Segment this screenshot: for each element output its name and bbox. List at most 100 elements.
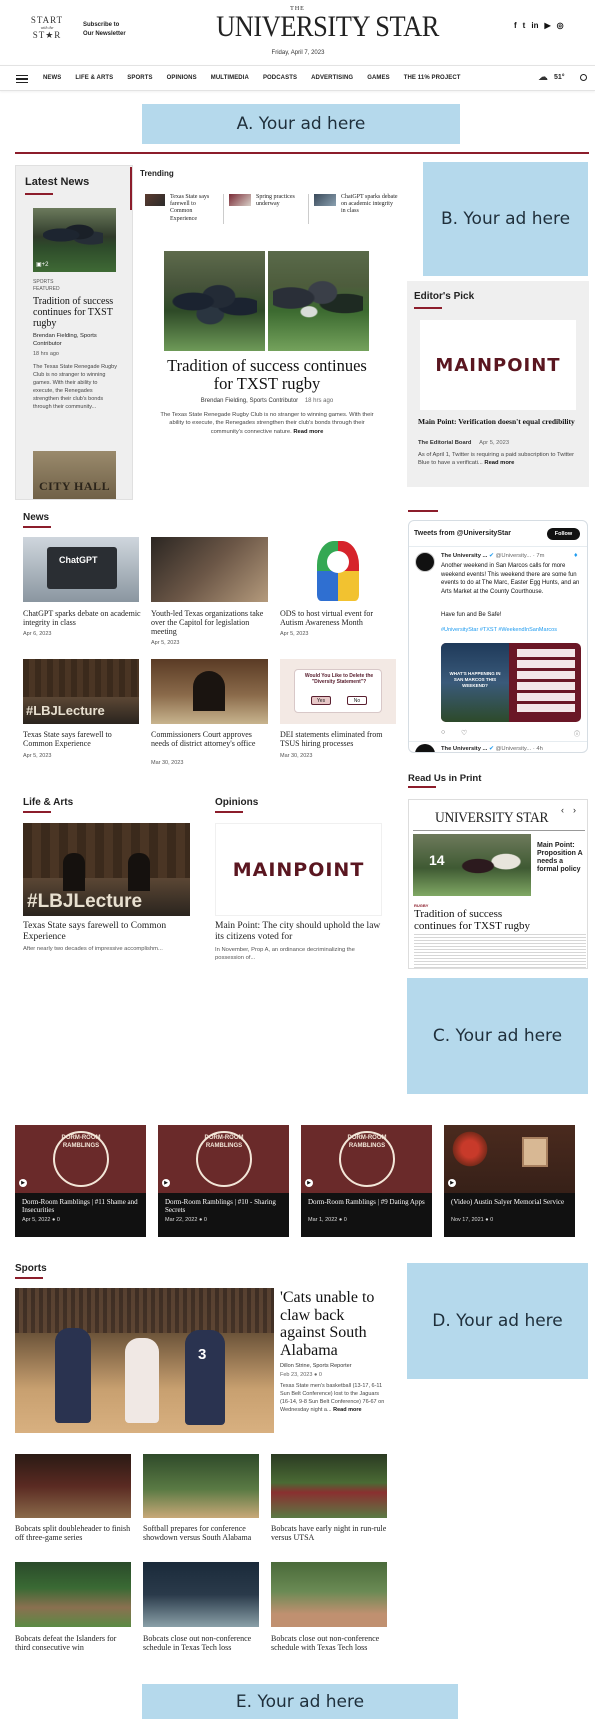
editors-pick-image[interactable]: MAINPOINT — [420, 320, 576, 410]
trending-thumb-3[interactable] — [314, 194, 336, 206]
print-heading[interactable]: Read Us in Print — [408, 773, 481, 784]
sports-title-3[interactable]: Bobcats have early night in run-rule ver… — [271, 1524, 389, 1542]
nav-11-project[interactable]: THE 11% PROJECT — [404, 75, 461, 81]
opinions-title[interactable]: Main Point: The city should uphold the l… — [215, 921, 385, 943]
nav-news[interactable]: NEWS — [43, 75, 61, 81]
sports-heading[interactable]: Sports — [15, 1263, 47, 1274]
twitter-follow-button[interactable]: Follow — [547, 528, 580, 540]
play-icon[interactable]: ▶ — [162, 1179, 170, 1187]
print-next-icon[interactable]: › — [573, 805, 576, 815]
news-title-6[interactable]: DEI statements eliminated from TSUS hiri… — [280, 730, 398, 748]
ad-slot-e[interactable]: E. Your ad here — [142, 1684, 458, 1719]
sports-photo-3[interactable] — [271, 1454, 387, 1518]
feature-byline[interactable]: Brendan Fielding, Sports Contributor — [201, 398, 298, 404]
video-title-3[interactable]: Dorm-Room Ramblings | #9 Dating Apps — [308, 1198, 428, 1206]
latest-rugby-photo[interactable]: ▣+2 — [33, 208, 116, 272]
news-title-3[interactable]: ODS to host virtual event for Autism Awa… — [280, 609, 398, 627]
trending-item-1[interactable]: Texas State says farewell to Common Expe… — [170, 194, 218, 223]
subscribe-newsletter-link[interactable]: Subscribe to Our Newsletter — [83, 21, 126, 38]
nav-opinions[interactable]: OPINIONS — [167, 75, 197, 81]
feature-read-more[interactable]: Read more — [293, 429, 323, 435]
news-photo-3[interactable] — [280, 537, 396, 602]
twitter-widget[interactable]: Tweets from @UniversityStar Follow The U… — [408, 520, 588, 753]
video-title-4[interactable]: (Video) Austin Salyer Memorial Service — [451, 1198, 571, 1206]
feature-photo-left[interactable] — [164, 251, 265, 351]
nav-life-arts[interactable]: LIFE & ARTS — [75, 75, 113, 81]
play-icon[interactable]: ▶ — [305, 1179, 313, 1187]
video-card-3[interactable]: DORM-ROOM RAMBLINGS ▶ Dorm-Room Rambling… — [301, 1125, 432, 1237]
nav-multimedia[interactable]: MULTIMEDIA — [211, 75, 249, 81]
trending-item-2[interactable]: Spring practices underway — [256, 194, 304, 208]
ad-slot-c[interactable]: C. Your ad here — [407, 978, 588, 1094]
sports-title-1[interactable]: Bobcats split doubleheader to finish off… — [15, 1524, 133, 1542]
trending-thumb-1[interactable] — [145, 194, 165, 206]
video-title-2[interactable]: Dorm-Room Ramblings | #10 - Sharing Secr… — [165, 1198, 285, 1214]
like-icon[interactable]: ♡ — [461, 729, 467, 737]
sports-photo-4[interactable] — [15, 1562, 131, 1627]
tweet-avatar-2[interactable] — [415, 744, 435, 752]
hamburger-menu-icon[interactable] — [16, 75, 28, 83]
sports-title-4[interactable]: Bobcats defeat the Islanders for third c… — [15, 1634, 133, 1652]
feature-photo-right[interactable] — [268, 251, 369, 351]
news-title-1[interactable]: ChatGPT sparks debate on academic integr… — [23, 609, 141, 627]
editors-pick-title[interactable]: Main Point: Verification doesn't equal c… — [418, 417, 578, 427]
sports-photo-6[interactable] — [271, 1562, 387, 1627]
print-edition-preview[interactable]: UNIVERSITY STAR ‹ › 14 Main Point: Propo… — [408, 799, 588, 969]
life-photo[interactable]: #LBJLecture — [23, 823, 190, 916]
ad-slot-a[interactable]: A. Your ad here — [142, 104, 460, 144]
news-title-4[interactable]: Texas State says farewell to Common Expe… — [23, 730, 141, 748]
sports-feature-title[interactable]: 'Cats unable to claw back against South … — [280, 1289, 390, 1359]
info-icon[interactable]: ⓘ — [574, 729, 580, 738]
video-title-1[interactable]: Dorm-Room Ramblings | #11 Shame and Inse… — [22, 1198, 142, 1214]
twitter-icon[interactable]: t — [523, 21, 526, 30]
sports-photo-2[interactable] — [143, 1454, 259, 1518]
sports-title-5[interactable]: Bobcats close out non-conference schedul… — [143, 1634, 261, 1652]
opinions-heading[interactable]: Opinions — [215, 797, 258, 808]
ad-slot-b[interactable]: B. Your ad here — [423, 162, 588, 276]
play-icon[interactable]: ▶ — [448, 1179, 456, 1187]
video-card-4[interactable]: ▶ (Video) Austin Salyer Memorial Service… — [444, 1125, 575, 1237]
feature-title[interactable]: Tradition of success continues for TXST … — [160, 356, 374, 394]
sports-title-6[interactable]: Bobcats close out non-conference schedul… — [271, 1634, 389, 1652]
life-arts-heading[interactable]: Life & Arts — [23, 797, 73, 808]
editors-pick-read-more[interactable]: Read more — [484, 460, 514, 466]
sports-title-2[interactable]: Softball prepares for conference showdow… — [143, 1524, 261, 1542]
reply-icon[interactable]: ○ — [441, 729, 445, 736]
tweet-image[interactable]: WHAT'S HAPPENING IN SAN MARCOS THIS WEEK… — [441, 643, 581, 722]
youtube-icon[interactable]: ▶ — [544, 21, 550, 30]
trending-thumb-2[interactable] — [229, 194, 251, 206]
instagram-icon[interactable]: ◎ — [557, 21, 564, 30]
tweet-avatar[interactable] — [415, 552, 435, 572]
linkedin-icon[interactable]: in — [531, 21, 538, 30]
sports-byline[interactable]: Dillon Strine, Sports Reporter — [280, 1363, 352, 1369]
news-photo-4[interactable]: #LBJLecture — [23, 659, 139, 724]
video-card-1[interactable]: DORM-ROOM RAMBLINGS ▶ Dorm-Room Rambling… — [15, 1125, 146, 1237]
nav-sports[interactable]: SPORTS — [127, 75, 152, 81]
trending-item-3[interactable]: ChatGPT sparks debate on academic integr… — [341, 194, 399, 216]
sports-feature-photo[interactable]: 3 — [15, 1288, 274, 1433]
news-photo-1[interactable]: ChatGPT — [23, 537, 139, 602]
ad-slot-d[interactable]: D. Your ad here — [407, 1263, 588, 1379]
sports-photo-1[interactable] — [15, 1454, 131, 1518]
news-photo-5[interactable] — [151, 659, 268, 724]
latest-cityhall-photo[interactable]: CITY HALL — [33, 451, 116, 499]
nav-podcasts[interactable]: PODCASTS — [263, 75, 297, 81]
facebook-icon[interactable]: f — [514, 21, 517, 30]
nav-games[interactable]: GAMES — [367, 75, 390, 81]
news-photo-6[interactable]: Would You Like to Delete the "Diversity … — [280, 659, 396, 724]
latest-title[interactable]: Tradition of success continues for TXST … — [33, 296, 123, 330]
sports-read-more[interactable]: Read more — [333, 1407, 361, 1413]
life-title[interactable]: Texas State says farewell to Common Expe… — [23, 921, 193, 943]
search-icon[interactable] — [580, 74, 587, 81]
start-with-the-star-logo[interactable]: START with the ST★R — [26, 15, 68, 45]
tweet-hashtags[interactable]: #UniversityStar #TXST #WeekendInSanMarco… — [441, 627, 586, 633]
news-title-2[interactable]: Youth-led Texas organizations take over … — [151, 609, 268, 637]
masthead[interactable]: THE UNIVERSITY STAR — [205, 6, 439, 42]
sports-photo-5[interactable] — [143, 1562, 259, 1627]
news-photo-2[interactable] — [151, 537, 268, 602]
opinions-image[interactable]: MAINPOINT — [215, 823, 382, 916]
news-title-5[interactable]: Commissioners Court approves needs of di… — [151, 730, 269, 748]
nav-advertising[interactable]: ADVERTISING — [311, 75, 353, 81]
video-card-2[interactable]: DORM-ROOM RAMBLINGS ▶ Dorm-Room Rambling… — [158, 1125, 289, 1237]
play-icon[interactable]: ▶ — [19, 1179, 27, 1187]
